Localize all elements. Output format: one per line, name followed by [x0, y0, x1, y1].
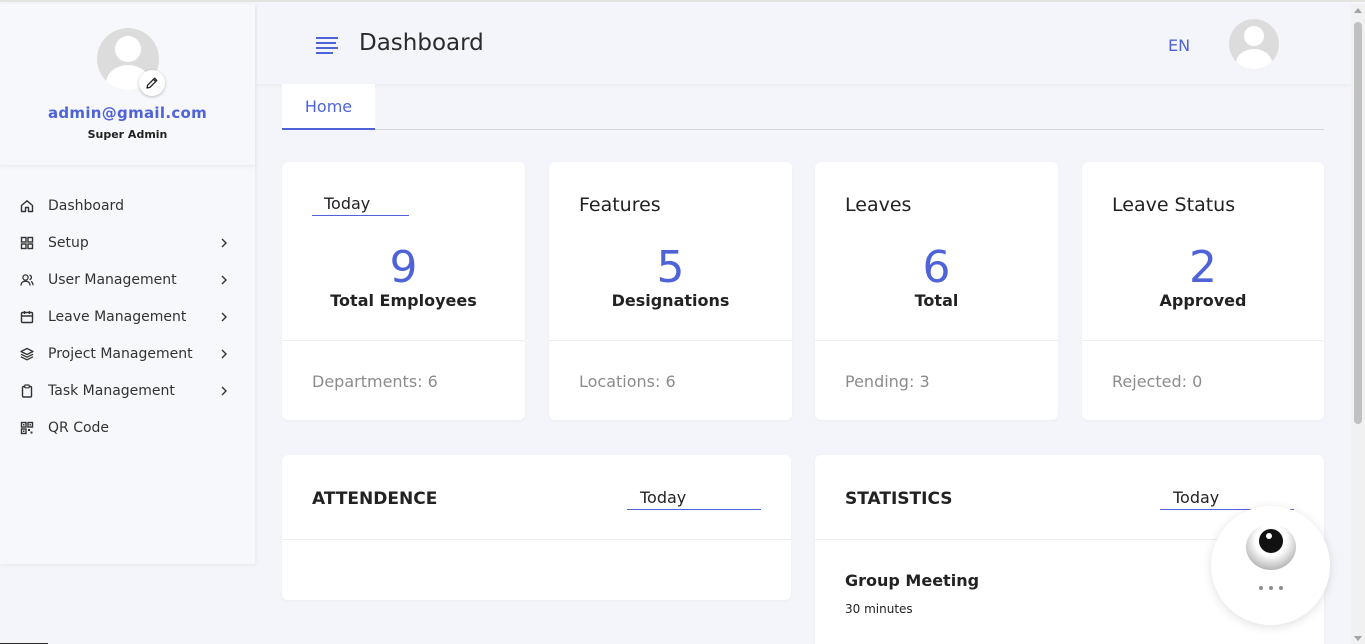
- scrollbar-thumb[interactable]: [1354, 22, 1362, 424]
- page-scrollbar[interactable]: [1351, 4, 1365, 644]
- layers-icon: [20, 347, 34, 361]
- attendance-period-select[interactable]: Today: [627, 488, 761, 510]
- card-divider: [282, 340, 525, 341]
- stat-card-leave-status: Leave Status 2 Approved Rejected: 0: [1082, 162, 1324, 420]
- grid-icon: [20, 236, 34, 250]
- sidebar: admin@gmail.com Super Admin Dashboard Se…: [0, 4, 255, 564]
- calendar-icon: [20, 311, 34, 324]
- sidebar-item-label: User Management: [48, 272, 177, 288]
- sidebar-item-project-management[interactable]: Project Management: [0, 335, 255, 372]
- sidebar-item-label: Dashboard: [48, 198, 124, 214]
- chevron-right-icon: [221, 386, 227, 396]
- attendance-panel: ATTENDENCE Today: [282, 455, 791, 600]
- chevron-right-icon: [221, 275, 227, 285]
- tab-home[interactable]: Home: [282, 84, 375, 130]
- stat-label: Approved: [1159, 291, 1247, 310]
- tab-bar: Home: [282, 84, 1324, 130]
- chevron-right-icon: [221, 238, 227, 248]
- top-header: Dashboard EN: [257, 4, 1351, 84]
- menu-toggle-icon[interactable]: [316, 37, 338, 54]
- period-select[interactable]: Today: [312, 194, 409, 216]
- stat-card-features: Features 5 Designations Locations: 6: [549, 162, 792, 420]
- stat-footer: Departments: 6: [312, 372, 438, 391]
- stat-card-leaves: Leaves 6 Total Pending: 3: [815, 162, 1058, 420]
- clipboard-icon: [21, 384, 33, 398]
- profile-role: Super Admin: [87, 128, 168, 141]
- user-avatar[interactable]: [1229, 19, 1279, 69]
- page-title: Dashboard: [359, 30, 484, 56]
- home-icon: [20, 200, 34, 213]
- stat-label: Designations: [611, 291, 730, 310]
- chat-assistant-widget[interactable]: [1211, 506, 1330, 625]
- chevron-right-icon: [221, 312, 227, 322]
- card-title: Features: [579, 194, 661, 216]
- profile-email: admin@gmail.com: [47, 104, 208, 122]
- card-divider: [549, 340, 792, 341]
- stat-footer: Rejected: 0: [1112, 372, 1203, 391]
- stat-footer: Locations: 6: [579, 372, 676, 391]
- qr-code-icon: [20, 421, 34, 435]
- statistics-item-duration: 30 minutes: [845, 602, 913, 616]
- sidebar-nav: Dashboard Setup User Management Leave Ma…: [0, 187, 255, 446]
- sidebar-item-task-management[interactable]: Task Management: [0, 372, 255, 409]
- sidebar-item-label: Task Management: [48, 383, 175, 399]
- more-dots-icon: [1259, 586, 1283, 592]
- sidebar-item-label: Leave Management: [48, 309, 187, 325]
- stat-footer: Pending: 3: [845, 372, 930, 391]
- card-title: Leave Status: [1112, 194, 1236, 216]
- stat-value: 6: [922, 242, 951, 293]
- stat-label: Total: [914, 291, 959, 310]
- scroll-up-arrow-icon[interactable]: [1354, 8, 1362, 13]
- stat-label: Total Employees: [330, 291, 477, 310]
- users-icon: [20, 274, 34, 286]
- sidebar-item-label: Setup: [48, 235, 89, 251]
- profile-section: admin@gmail.com Super Admin: [0, 4, 255, 166]
- sidebar-item-dashboard[interactable]: Dashboard: [0, 187, 255, 224]
- statistics-item-title: Group Meeting: [845, 571, 980, 590]
- panel-divider: [282, 539, 791, 540]
- sidebar-item-leave-management[interactable]: Leave Management: [0, 298, 255, 335]
- stat-value: 9: [389, 242, 418, 293]
- stat-card-employees: Today 9 Total Employees Departments: 6: [282, 162, 525, 420]
- panel-title: STATISTICS: [845, 489, 953, 509]
- card-divider: [1082, 340, 1324, 341]
- chevron-right-icon: [221, 349, 227, 359]
- stat-value: 5: [656, 242, 685, 293]
- scroll-down-arrow-icon[interactable]: [1354, 636, 1362, 641]
- stat-value: 2: [1189, 242, 1217, 293]
- sidebar-item-setup[interactable]: Setup: [0, 224, 255, 261]
- sidebar-item-user-management[interactable]: User Management: [0, 261, 255, 298]
- card-divider: [815, 340, 1058, 341]
- sidebar-item-qr-code[interactable]: QR Code: [0, 409, 255, 446]
- edit-pencil-icon[interactable]: [139, 70, 165, 96]
- sidebar-item-label: Project Management: [48, 346, 193, 362]
- panel-title: ATTENDENCE: [312, 489, 438, 509]
- eye-mascot-icon: [1246, 524, 1296, 570]
- sidebar-item-label: QR Code: [48, 420, 110, 436]
- language-selector[interactable]: EN: [1168, 36, 1190, 55]
- card-title: Leaves: [845, 194, 912, 216]
